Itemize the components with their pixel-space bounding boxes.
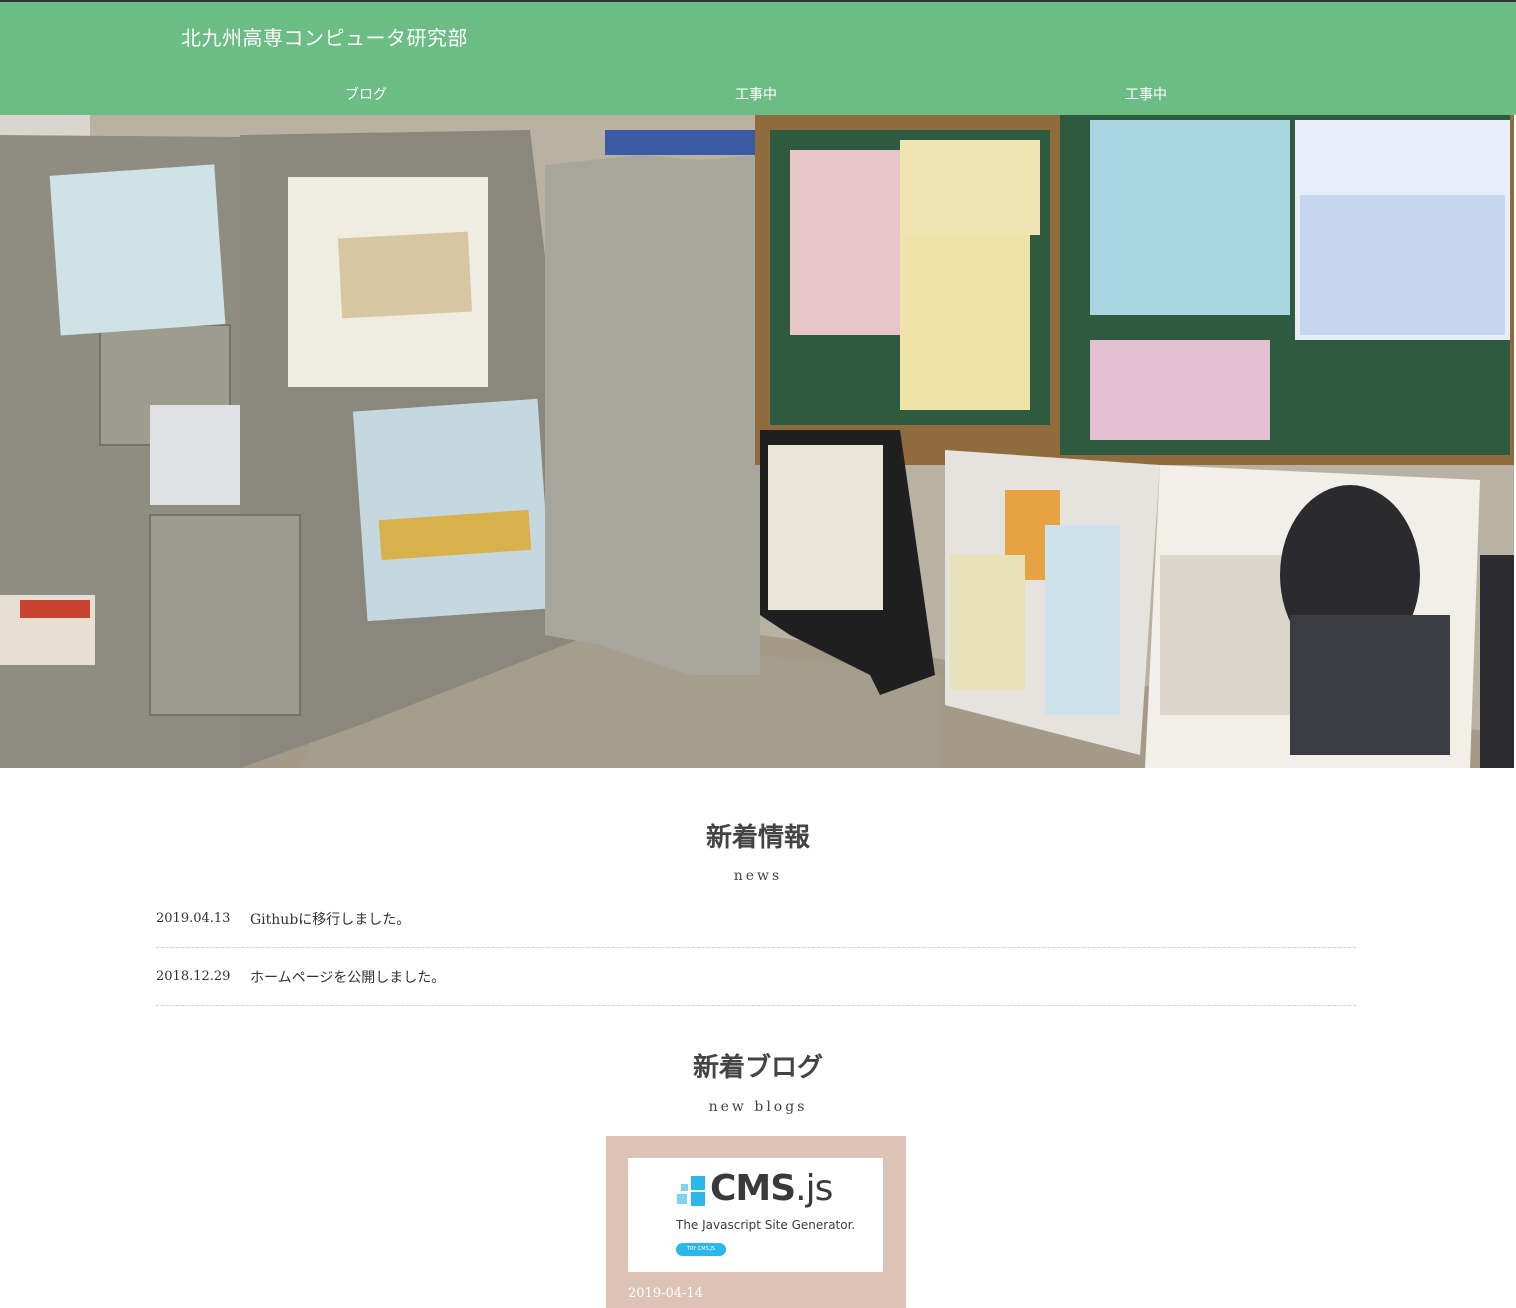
blog-thumbnail: CMS.js The Javascript Site Generator. TR… — [628, 1158, 883, 1272]
nav-item-under-construction-2[interactable]: 工事中 — [1046, 84, 1246, 104]
hero-image — [0, 115, 1514, 768]
nav-item-blog[interactable]: ブログ — [266, 84, 466, 104]
cms-tagline: The Javascript Site Generator. — [676, 1218, 856, 1232]
news-date: 2019.04.13 — [156, 911, 231, 926]
cms-logo-text: CMS.js — [710, 1168, 833, 1209]
nav-item-under-construction-1[interactable]: 工事中 — [656, 84, 856, 104]
blog-date: 2019-04-14 — [628, 1286, 703, 1301]
cms-try-button: TRY CMS.JS — [676, 1243, 726, 1256]
news-item[interactable]: 2018.12.29 ホームページを公開しました。 — [156, 948, 1356, 1006]
blogs-section-subtitle: new blogs — [708, 1099, 808, 1115]
news-text: Githubに移行しました。 — [250, 912, 411, 928]
news-section-title: 新着情報 — [705, 823, 810, 853]
news-text: ホームページを公開しました。 — [250, 970, 446, 986]
news-section-subtitle: news — [733, 868, 783, 884]
blog-card[interactable]: CMS.js The Javascript Site Generator. TR… — [606, 1136, 906, 1308]
news-item[interactable]: 2019.04.13 Githubに移行しました。 — [156, 890, 1356, 948]
site-header: 北九州高専コンピュータ研究部 ブログ 工事中 工事中 — [0, 2, 1516, 115]
blogs-section-title: 新着ブログ — [692, 1053, 823, 1083]
news-date: 2018.12.29 — [156, 969, 231, 984]
hero-photo-illustration — [0, 115, 1514, 768]
site-title[interactable]: 北九州高専コンピュータ研究部 — [181, 22, 468, 51]
main-nav: ブログ 工事中 工事中 — [0, 84, 1516, 110]
news-list: 2019.04.13 Githubに移行しました。 2018.12.29 ホーム… — [156, 890, 1356, 1006]
